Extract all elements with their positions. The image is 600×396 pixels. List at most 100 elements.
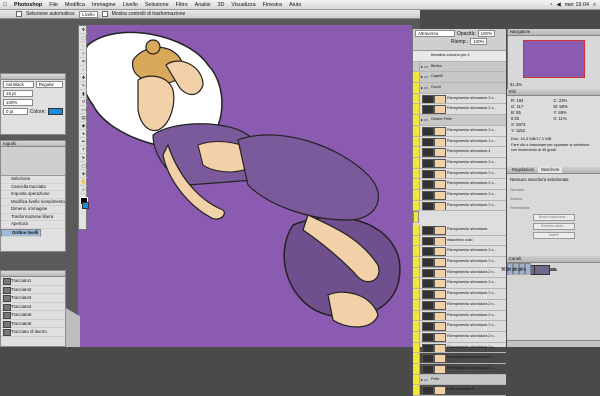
layer-mask-thumbnail[interactable] bbox=[434, 290, 446, 299]
layer-row[interactable]: Riempimento sfumatura 2 c... bbox=[413, 125, 506, 137]
baseline-field[interactable]: 0 pt bbox=[3, 108, 28, 115]
layer-mask-thumbnail[interactable] bbox=[434, 190, 446, 200]
path-item[interactable]: Tracciato3 bbox=[1, 294, 65, 303]
menu-filtro[interactable]: Filtro bbox=[176, 2, 188, 8]
visibility-eye-icon[interactable] bbox=[413, 267, 420, 278]
folder-icon[interactable]: ▸ ▭ bbox=[421, 85, 428, 90]
visibility-eye-icon[interactable] bbox=[413, 83, 420, 93]
color-range-button[interactable]: Gamma colori... bbox=[532, 223, 575, 230]
layer-row[interactable]: Riempimento sfumatura 2 c... bbox=[413, 189, 506, 201]
layer-row[interactable]: Line-out copia 3 bbox=[413, 385, 506, 396]
hand-tool-icon[interactable]: ✋ bbox=[80, 179, 87, 186]
layer-mask-thumbnail[interactable] bbox=[434, 268, 446, 278]
visibility-eye-icon[interactable] bbox=[413, 125, 420, 136]
folder-icon[interactable]: ▸ ▭ bbox=[421, 117, 428, 122]
blur-tool-icon[interactable]: ◆ bbox=[80, 123, 87, 130]
path-item[interactable]: Tracciato6 bbox=[1, 320, 65, 328]
visibility-eye-icon[interactable] bbox=[413, 331, 420, 342]
zoom-tool-icon[interactable]: ⌕ bbox=[80, 187, 87, 194]
visibility-eye-icon[interactable] bbox=[413, 93, 420, 104]
eraser-tool-icon[interactable]: ▭ bbox=[80, 107, 87, 114]
auto-select-checkbox[interactable] bbox=[16, 11, 22, 17]
visibility-eye-icon[interactable] bbox=[413, 235, 420, 246]
path-selection-tool-icon[interactable]: ➤ bbox=[80, 155, 87, 162]
transform-controls-checkbox[interactable] bbox=[101, 11, 108, 17]
visibility-eye-icon[interactable] bbox=[413, 299, 420, 310]
background-color-swatch[interactable] bbox=[82, 202, 89, 209]
layer-mask-thumbnail[interactable] bbox=[434, 158, 446, 168]
layer-row[interactable]: Riempimento sfumatura 2 c... bbox=[413, 179, 506, 190]
layer-mask-thumbnail[interactable] bbox=[434, 258, 446, 267]
layer-row[interactable]: Riempimento sfumatura 2 c... bbox=[413, 299, 506, 311]
layer-row[interactable]: Riempimento sfumatura 2 c... bbox=[413, 289, 506, 300]
history-item[interactable]: Modifica livello riempimento aFi... bbox=[1, 199, 65, 206]
text-color-swatch[interactable] bbox=[47, 108, 63, 115]
eyedropper-tool-icon[interactable]: ⁄ bbox=[80, 67, 87, 74]
layer-mask-thumbnail[interactable] bbox=[434, 354, 446, 363]
lasso-tool-icon[interactable]: ◌ bbox=[80, 43, 87, 50]
visibility-eye-icon[interactable] bbox=[413, 136, 420, 147]
navigator-zoom[interactable]: 61,3% bbox=[508, 82, 600, 87]
document-canvas[interactable] bbox=[78, 25, 412, 347]
blend-mode-select[interactable]: Attraversa bbox=[415, 30, 455, 37]
layer-mask-thumbnail[interactable] bbox=[434, 247, 446, 257]
menu-modifica[interactable]: Modifica bbox=[65, 2, 85, 8]
layer-row[interactable]: ▸ ▭ Occhi bbox=[413, 83, 506, 94]
visibility-eye-icon[interactable] bbox=[413, 278, 420, 289]
layer-mask-thumbnail[interactable] bbox=[434, 236, 446, 246]
menu-analisi[interactable]: Analisi bbox=[195, 2, 211, 8]
layer-row[interactable]: Riempimento sfumatura 2 c... bbox=[413, 363, 506, 375]
visibility-eye-icon[interactable] bbox=[413, 72, 420, 83]
menu-aiuto[interactable]: Aiuto bbox=[289, 2, 301, 8]
layer-row[interactable]: Riempimento sfumatura 2 c... bbox=[413, 200, 506, 212]
layer-row[interactable]: Riempimento sfumatura 2 c... bbox=[413, 321, 506, 332]
visibility-eye-icon[interactable] bbox=[413, 257, 420, 267]
layer-mask-thumbnail[interactable] bbox=[434, 126, 446, 136]
path-item[interactable]: Tracciato1 bbox=[1, 277, 65, 286]
fill-field[interactable]: 100% bbox=[470, 38, 488, 45]
3d-tool-icon[interactable]: ◈ bbox=[80, 171, 87, 178]
layer-row[interactable]: ▸ ▭maschera viso bbox=[413, 211, 419, 223]
brush-tool-icon[interactable]: ✎ bbox=[80, 83, 87, 90]
layer-mask-thumbnail[interactable] bbox=[434, 169, 446, 179]
dodge-tool-icon[interactable]: ● bbox=[80, 131, 87, 138]
visibility-eye-icon[interactable] bbox=[413, 179, 420, 189]
menu-visualizza[interactable]: Visualizza bbox=[231, 2, 255, 8]
visibility-eye-icon[interactable] bbox=[413, 104, 420, 115]
move-tool-icon[interactable]: ✥ bbox=[80, 27, 87, 34]
visibility-eye-icon[interactable] bbox=[413, 385, 420, 395]
layer-row[interactable]: Riempimento sfumatura 2 c... bbox=[413, 93, 506, 105]
layer-mask-thumbnail[interactable] bbox=[434, 343, 446, 353]
visibility-eye-icon[interactable] bbox=[413, 310, 420, 321]
layer-mask-thumbnail[interactable] bbox=[434, 201, 446, 211]
layer-row[interactable]: Riempimento sfumatura 1 c... bbox=[413, 136, 506, 148]
app-menu[interactable]: Photoshop bbox=[14, 2, 42, 8]
invert-button[interactable]: Inverti bbox=[532, 232, 575, 239]
visibility-eye-icon[interactable] bbox=[413, 147, 420, 157]
menu-3d[interactable]: 3D bbox=[218, 2, 225, 8]
layer-row[interactable]: Riempimento sfumatura 4 bbox=[413, 147, 506, 158]
menu-file[interactable]: File bbox=[49, 2, 58, 8]
layer-row[interactable]: Riempimento sfumatura 2 c... bbox=[413, 267, 506, 279]
layer-mask-thumbnail[interactable] bbox=[434, 137, 446, 147]
font-style-select[interactable]: Regular bbox=[35, 81, 63, 88]
layer-mask-thumbnail[interactable] bbox=[434, 279, 446, 289]
info-tab[interactable]: Info bbox=[507, 89, 600, 96]
visibility-eye-icon[interactable] bbox=[414, 212, 418, 222]
healing-tool-icon[interactable]: ✚ bbox=[80, 75, 87, 82]
tab-adjustments[interactable]: Regolazioni bbox=[509, 167, 537, 173]
layer-mask-thumbnail[interactable] bbox=[434, 300, 446, 310]
layer-mask-thumbnail[interactable] bbox=[434, 94, 446, 104]
layer-row[interactable]: Riempimento sfumatura 2 c... bbox=[413, 246, 506, 258]
font-size-field[interactable]: 15 pt bbox=[3, 90, 33, 97]
history-item[interactable]: Cancella tracciato bbox=[1, 184, 65, 191]
layer-row[interactable]: Riempimento sfumatura 2 c... bbox=[413, 331, 506, 343]
layer-mask-thumbnail[interactable] bbox=[434, 180, 446, 189]
layer-mask-thumbnail[interactable] bbox=[434, 311, 446, 321]
menu-immagine[interactable]: Immagine bbox=[92, 2, 116, 8]
layer-mask-thumbnail[interactable] bbox=[434, 226, 446, 235]
layer-row[interactable]: ▸ ▭ Capelli bbox=[413, 72, 506, 84]
layer-mask-thumbnail[interactable] bbox=[434, 148, 446, 157]
visibility-eye-icon[interactable] bbox=[413, 246, 420, 257]
history-item[interactable]: Imposta operazione bbox=[1, 191, 65, 199]
